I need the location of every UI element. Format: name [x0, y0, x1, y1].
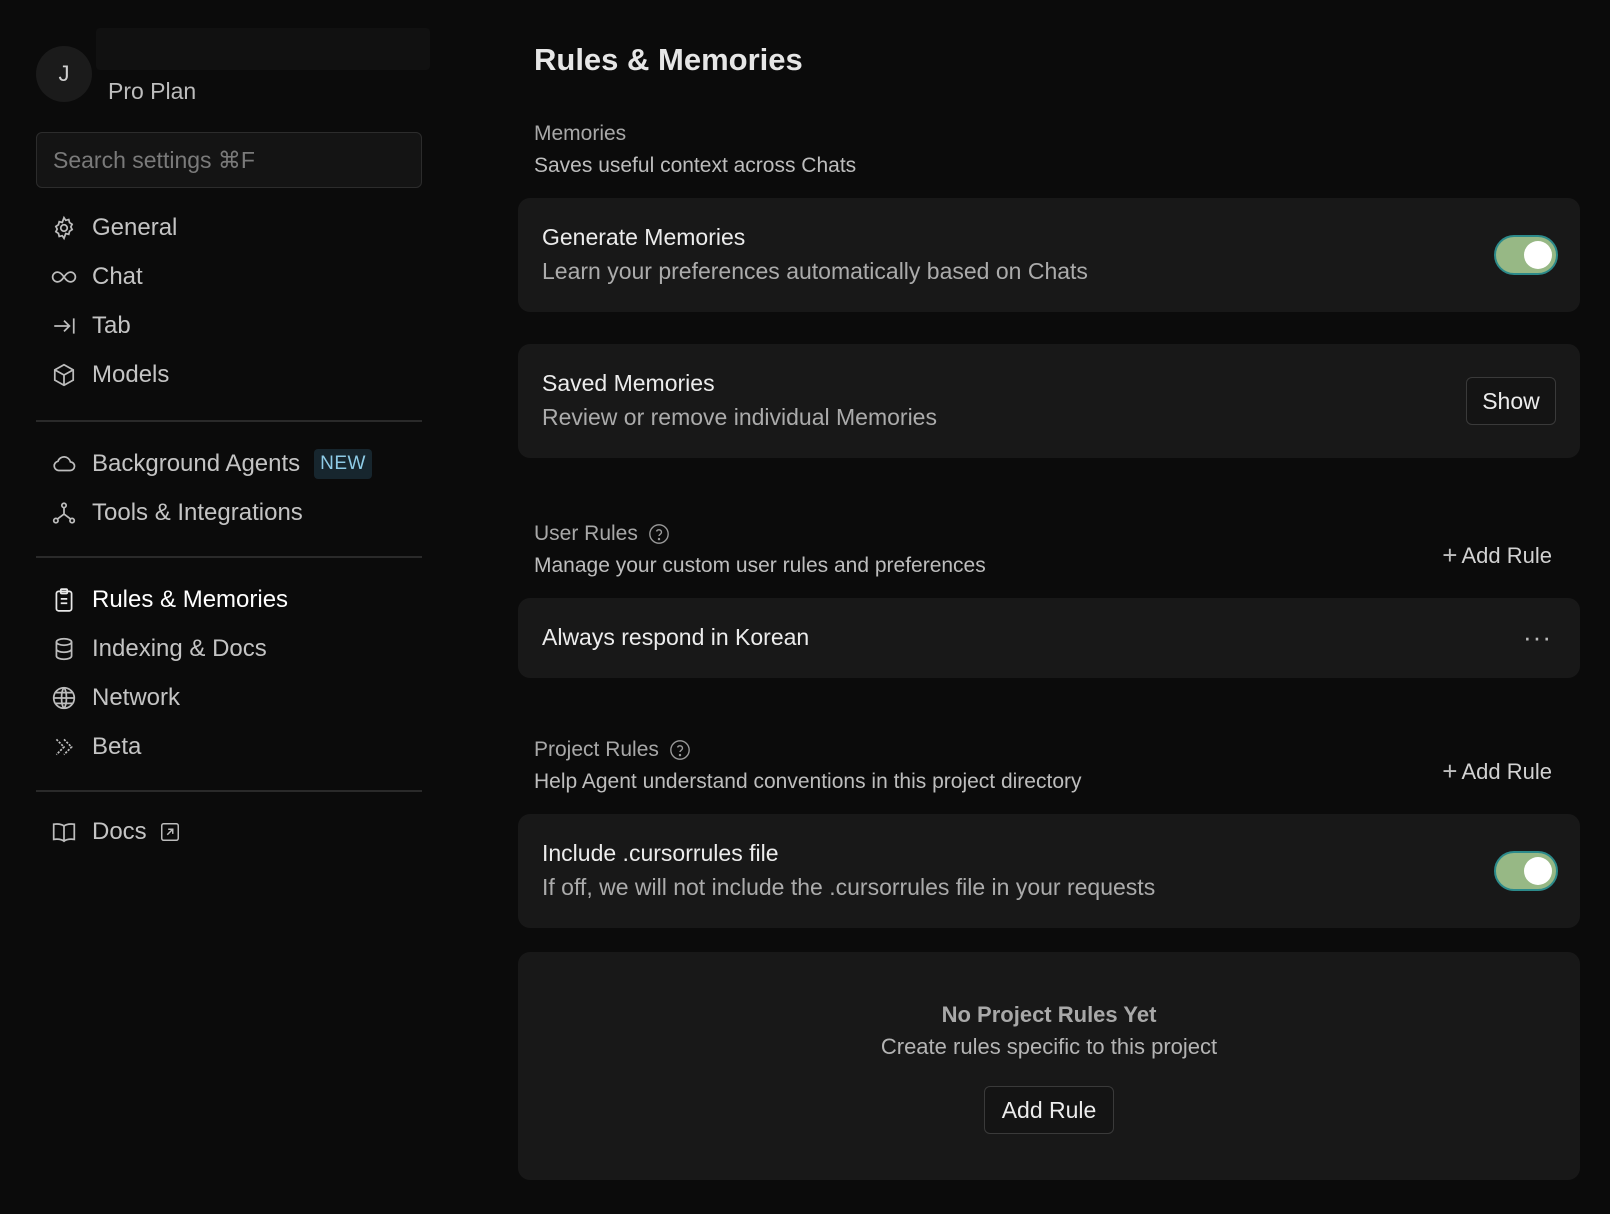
- sidebar-item-label: Chat: [92, 263, 143, 290]
- plus-icon: +: [1442, 540, 1458, 570]
- cloud-icon: [50, 450, 78, 478]
- generate-memories-description: Learn your preferences automatically bas…: [542, 258, 1088, 284]
- sidebar-item-tools-integrations[interactable]: Tools & Integrations: [36, 491, 422, 535]
- generate-memories-toggle[interactable]: [1494, 235, 1558, 275]
- saved-memories-card: Saved Memories Review or remove individu…: [518, 344, 1580, 458]
- gear-icon: [50, 214, 78, 242]
- cursorrules-toggle[interactable]: [1494, 851, 1558, 891]
- memories-section-title: Memories: [534, 122, 626, 146]
- sidebar-item-network[interactable]: Network: [36, 676, 422, 720]
- generate-memories-card: Generate Memories Learn your preferences…: [518, 198, 1580, 312]
- user-rules-section-title: User Rules: [534, 522, 670, 546]
- user-rule-text: Always respond in Korean: [542, 624, 810, 650]
- memories-section-description: Saves useful context across Chats: [534, 154, 857, 177]
- sidebar-item-chat[interactable]: Chat: [36, 255, 422, 299]
- user-rules-section-description: Manage your custom user rules and prefer…: [534, 554, 986, 577]
- empty-state-description: Create rules specific to this project: [880, 1034, 1218, 1059]
- sidebar-item-rules-memories[interactable]: Rules & Memories: [36, 578, 422, 622]
- project-rules-title-text: Project Rules: [534, 738, 659, 761]
- search-settings-field[interactable]: [36, 132, 422, 188]
- user-rules-title-text: User Rules: [534, 522, 638, 545]
- sidebar-item-indexing-docs[interactable]: Indexing & Docs: [36, 627, 422, 671]
- infinity-icon: [50, 263, 78, 291]
- account-email-redacted: [96, 28, 430, 70]
- sidebar-item-label: Network: [92, 684, 181, 711]
- user-rule-card: Always respond in Korean ···: [518, 598, 1580, 678]
- sidebar-item-label: Rules & Memories: [92, 586, 289, 613]
- sidebar-item-general[interactable]: General: [36, 206, 422, 250]
- add-rule-label: Add Rule: [1461, 758, 1552, 784]
- sidebar-item-models[interactable]: Models: [36, 353, 422, 397]
- add-rule-label: Add Rule: [1461, 542, 1552, 568]
- page-title: Rules & Memories: [534, 42, 803, 77]
- sidebar-item-label: General: [92, 214, 178, 241]
- help-icon[interactable]: [648, 523, 670, 545]
- cube-icon: [50, 361, 78, 389]
- add-rule-button[interactable]: Add Rule: [984, 1086, 1114, 1134]
- saved-memories-description: Review or remove individual Memories: [542, 404, 937, 430]
- avatar[interactable]: J: [36, 46, 92, 102]
- project-rules-section-description: Help Agent understand conventions in thi…: [534, 770, 1082, 793]
- memories-title-text: Memories: [534, 122, 627, 145]
- cursorrules-card: Include .cursorrules file If off, we wil…: [518, 814, 1580, 928]
- sidebar-divider: [36, 790, 422, 792]
- show-memories-button[interactable]: Show: [1466, 377, 1556, 425]
- sidebar-item-label: Tab: [92, 312, 131, 339]
- sidebar-item-background-agents[interactable]: Background Agents NEW: [36, 442, 422, 486]
- sidebar-item-label: Indexing & Docs: [92, 635, 267, 662]
- generate-memories-title: Generate Memories: [542, 224, 746, 250]
- settings-content: Rules & Memories Memories Saves useful c…: [518, 0, 1580, 1214]
- empty-project-rules-card: No Project Rules Yet Create rules specif…: [518, 952, 1580, 1180]
- help-icon[interactable]: [669, 739, 691, 761]
- chevrons-icon: [50, 733, 78, 761]
- sidebar-item-tab[interactable]: Tab: [36, 304, 422, 348]
- sidebar-divider: [36, 420, 422, 422]
- saved-memories-title: Saved Memories: [542, 370, 715, 396]
- sidebar-item-label: Docs: [92, 818, 147, 845]
- sidebar-item-label: Tools & Integrations: [92, 499, 303, 526]
- plan-label: Pro Plan: [108, 78, 197, 104]
- sidebar-item-docs[interactable]: Docs: [36, 810, 422, 854]
- nodes-icon: [50, 499, 78, 527]
- add-project-rule-button[interactable]: + Add Rule: [1442, 756, 1552, 787]
- sidebar-item-beta[interactable]: Beta: [36, 725, 422, 769]
- tab-arrow-icon: [50, 312, 78, 340]
- cursorrules-description: If off, we will not include the .cursorr…: [542, 874, 1156, 900]
- sidebar-divider: [36, 556, 422, 558]
- database-icon: [50, 635, 78, 663]
- sidebar-item-label: Models: [92, 361, 170, 388]
- add-user-rule-button[interactable]: + Add Rule: [1442, 540, 1552, 571]
- sidebar-item-label: Beta: [92, 733, 142, 760]
- plus-icon: +: [1442, 756, 1458, 786]
- search-input[interactable]: [51, 145, 407, 175]
- more-options-icon[interactable]: ···: [1523, 622, 1552, 653]
- empty-state-title: No Project Rules Yet: [941, 1002, 1157, 1027]
- sidebar-item-label: Background Agents: [92, 450, 301, 477]
- toggle-knob: [1524, 857, 1552, 885]
- toggle-knob: [1524, 241, 1552, 269]
- settings-sidebar: J Pro Plan General Chat Tab Models Back: [0, 0, 460, 1214]
- globe-icon: [50, 684, 78, 712]
- cursorrules-title: Include .cursorrules file: [542, 840, 779, 866]
- external-link-icon: [159, 821, 181, 843]
- clipboard-icon: [50, 586, 78, 614]
- project-rules-section-title: Project Rules: [534, 738, 691, 762]
- new-badge: NEW: [314, 449, 372, 479]
- book-icon: [50, 818, 78, 846]
